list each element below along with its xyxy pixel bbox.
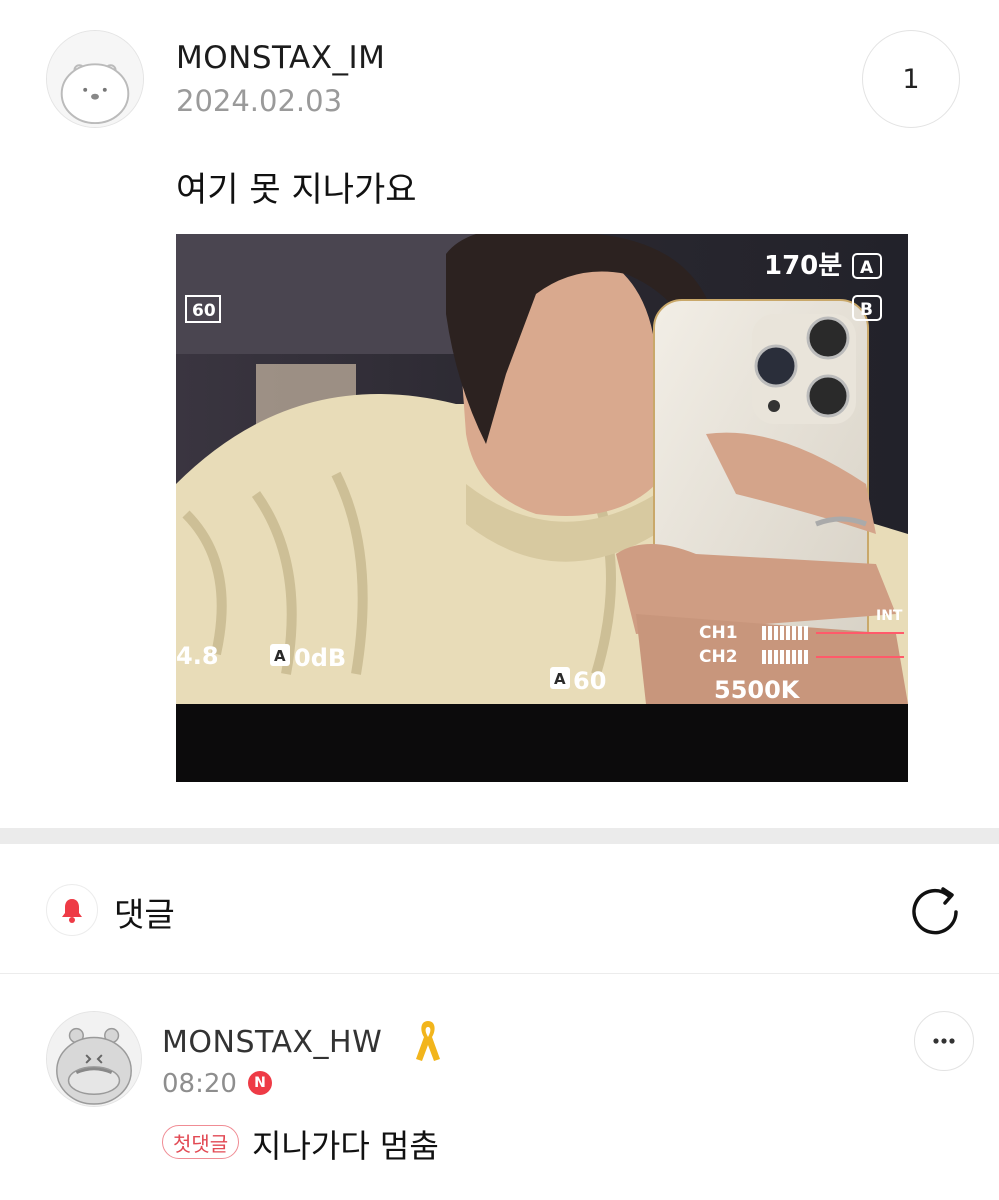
author-avatar[interactable] [46,30,144,128]
bear-avatar-icon [47,31,143,127]
comment-text: 지나가다 멈춤 [252,1127,439,1165]
bell-icon [62,899,82,923]
hud-shutter-auto: A [554,670,566,688]
hud-slot-a: A [860,258,874,278]
hud-aperture: 4.8 [176,642,219,670]
hud-shutter: 60 [573,667,606,695]
new-badge: N [248,1071,272,1095]
first-comment-tag: 첫댓글 [162,1125,240,1159]
comments-header: 댓글 [0,844,999,974]
hud-mic-input: INT [876,608,903,624]
yellow-ribbon-icon [416,1021,440,1061]
hud-time-remaining: 170분 [764,251,842,281]
post-body-text: 여기 못 지나가요 [176,170,417,210]
post-photo[interactable]: 170분 A B 60 4.8 A 0dB A 60 INT CH1 CH2 5… [176,234,908,782]
hud-gain-auto: A [274,647,286,665]
comment-time: 08:20 [162,1069,237,1099]
post-author-name[interactable]: MONSTAX_IM [176,40,385,76]
commenter-name[interactable]: MONSTAX_HW [162,1025,382,1060]
comment-count-button[interactable]: 1 [862,30,960,128]
hud-slot-b: B [860,300,873,320]
notification-toggle[interactable] [46,884,98,936]
hud-white-balance: 5500K [714,676,801,704]
section-divider [0,828,999,844]
post-date: 2024.02.03 [176,84,343,118]
refresh-icon [912,887,958,935]
refresh-button[interactable] [905,880,965,940]
hippo-avatar-icon [47,1012,141,1106]
hud-ch2-label: CH2 [699,647,738,667]
comment-more-button[interactable] [914,1011,974,1071]
hud-gain: 0dB [294,644,346,672]
post-card: MONSTAX_IM 2024.02.03 1 여기 못 지나가요 170분 A… [0,0,999,828]
comments-title: 댓글 [114,895,175,934]
more-icon [933,1038,955,1044]
hud-ch1-label: CH1 [699,623,738,643]
comment-item: MONSTAX_HW 08:20 N 첫댓글 지나가다 멈춤 [0,975,999,1200]
commenter-avatar[interactable] [46,1011,142,1107]
hud-fps-badge: 60 [192,301,216,321]
